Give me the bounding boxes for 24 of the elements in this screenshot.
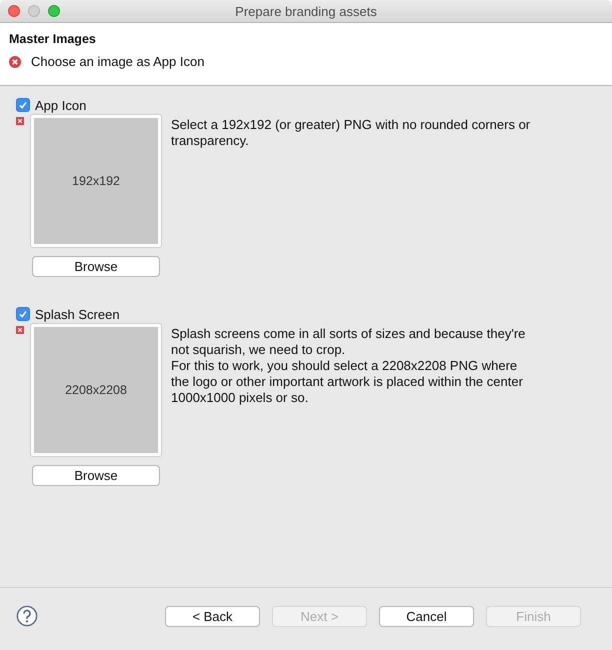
description-text: Splash screens come in all sorts of sizes and because they're not squarish, we need to crop.	[171, 326, 526, 358]
checkmark-icon	[17, 308, 29, 320]
image-well[interactable]: 192x192	[30, 114, 162, 248]
close-button[interactable]	[8, 5, 20, 17]
error-message: Choose an image as App Icon	[31, 54, 204, 69]
browse-button[interactable]: Browse	[32, 256, 160, 277]
wizard-button[interactable]: < Back	[165, 606, 260, 626]
image-size-label: 192x192	[72, 174, 120, 188]
checkbox-label: Splash Screen	[35, 306, 120, 322]
description-text: Select a 192x192 (or greater) PNG with no rounded corners or transparency.	[171, 117, 532, 149]
help-icon[interactable]	[16, 605, 38, 627]
page-title: Master Images	[9, 32, 96, 46]
error-icon	[9, 56, 21, 68]
checkmark-icon	[17, 99, 29, 111]
checkbox-label: App Icon	[35, 98, 86, 112]
checkbox[interactable]	[16, 98, 30, 112]
wizard-button[interactable]: Cancel	[379, 606, 474, 626]
window-title: Prepare branding assets	[235, 4, 377, 18]
zoom-button[interactable]	[48, 5, 60, 17]
image-well[interactable]: 2208x2208	[30, 323, 162, 457]
checkbox[interactable]	[16, 307, 30, 321]
image-size-label: 2208x2208	[65, 383, 127, 397]
description-text: For this to work, you should select a 2208x2208 PNG where the logo or other important artwork is placed within the center 1000x1000 pixels or so.	[171, 358, 524, 406]
browse-button[interactable]: Browse	[32, 465, 160, 486]
